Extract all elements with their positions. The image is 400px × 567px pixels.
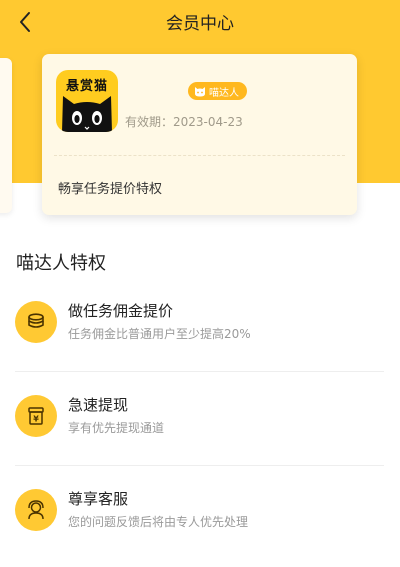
- card-divider: [54, 155, 345, 156]
- cash-box-icon: ¥: [15, 395, 57, 437]
- privilege-item-service[interactable]: 尊享客服 您的问题反馈后将由专人优先处理: [0, 466, 400, 560]
- privilege-title: 急速提现: [68, 396, 129, 414]
- privilege-desc: 您的问题反馈后将由专人优先处理: [68, 515, 249, 529]
- coins-icon: [15, 301, 57, 343]
- cat-logo-icon: [62, 96, 112, 132]
- cat-face-icon: [195, 86, 205, 96]
- privilege-title: 做任务佣金提价: [68, 302, 174, 320]
- member-level-badge: 喵达人: [188, 82, 247, 100]
- privilege-desc: 享有优先提现通道: [68, 421, 165, 435]
- nav-bar: 会员中心: [0, 0, 400, 44]
- privilege-item-commission[interactable]: 做任务佣金提价 任务佣金比普通用户至少提高20%: [0, 278, 400, 372]
- privilege-desc: 任务佣金比普通用户至少提高20%: [68, 327, 251, 341]
- validity-date: 有效期：2023-04-23: [125, 115, 243, 129]
- svg-text:¥: ¥: [33, 415, 39, 424]
- card-description: 畅享任务提价特权: [58, 182, 163, 197]
- previous-card-peek[interactable]: [0, 58, 12, 213]
- privilege-item-withdraw[interactable]: ¥ 急速提现 享有优先提现通道: [0, 372, 400, 466]
- app-logo: 悬赏猫: [56, 70, 118, 132]
- badge-label: 喵达人: [209, 87, 239, 99]
- member-center-page: 会员中心 悬赏猫 喵达人 有效期：2023-04-23 畅享任务提价特权 喵达人…: [0, 0, 400, 567]
- privilege-title: 尊享客服: [68, 490, 129, 508]
- customer-service-icon: [15, 489, 57, 531]
- membership-card[interactable]: 悬赏猫 喵达人 有效期：2023-04-23 畅享任务提价特权: [42, 54, 357, 215]
- section-title: 喵达人特权: [16, 253, 106, 274]
- page-title: 会员中心: [166, 14, 234, 34]
